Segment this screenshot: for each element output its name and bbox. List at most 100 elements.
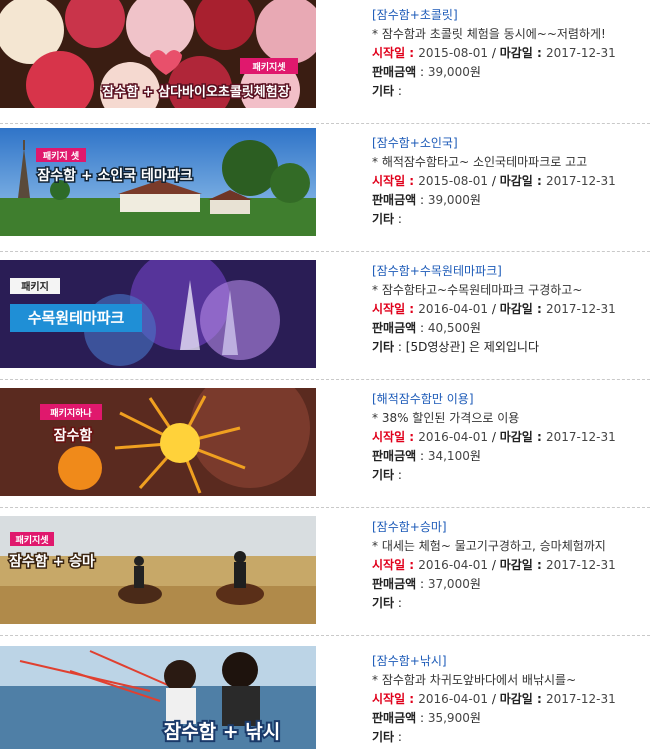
period-row: 시작일 : 2016-04-01 / 마감일 : 2017-12-31 (372, 302, 616, 316)
product-description: * 잠수함과 초콜릿 체험을 동시에~~저렴하게! (372, 27, 606, 41)
start-date: 2016-04-01 (418, 430, 489, 444)
price-unit: 원 (469, 193, 481, 207)
product-thumbnail[interactable]: 패키지하나 잠수함 (0, 388, 316, 496)
etc-row: 기타 : [5D영상관] 은 제외입니다 (372, 340, 539, 354)
product-item: 패키지하나 잠수함 [해적잠수함만 이용] * 38% 할인된 가격으로 이용 … (0, 384, 650, 508)
start-label: 시작일 (372, 174, 406, 188)
period-row: 시작일 : 2016-04-01 / 마감일 : 2017-12-31 (372, 558, 616, 572)
start-date: 2016-04-01 (418, 558, 489, 572)
end-label: 마감일 (499, 46, 533, 60)
price-value: 34,100 (427, 449, 470, 463)
product-description: * 잠수함타고~수목원테마파크 구경하고~ (372, 283, 583, 297)
product-item: 잠수함 + 낚시 [잠수함+낚시] * 잠수함과 차귀도앞바다에서 배낚시를~ … (0, 640, 650, 749)
price-row: 판매금액 : 37,000원 (372, 577, 481, 591)
etc-label: 기타 (372, 212, 395, 226)
product-thumbnail[interactable]: 패키지 수목원테마파크 (0, 260, 316, 368)
price-label: 판매금액 (372, 449, 417, 463)
thumbnail-caption: 잠수함 + 낚시 (164, 721, 281, 743)
end-label: 마감일 (499, 302, 533, 316)
price-unit: 원 (469, 449, 481, 463)
start-date: 2015-08-01 (418, 174, 489, 188)
period-row: 시작일 : 2016-04-01 / 마감일 : 2017-12-31 (372, 692, 616, 706)
price-label: 판매금액 (372, 65, 417, 79)
product-description: * 해적잠수함타고~ 소인국테마파크로 고고 (372, 155, 588, 169)
product-category[interactable]: [잠수함+초콜릿] (372, 6, 650, 25)
item-divider (0, 507, 650, 508)
start-label: 시작일 (372, 430, 406, 444)
etc-label: 기타 (372, 84, 395, 98)
product-thumbnail[interactable]: 잠수함 + 낚시 (0, 646, 316, 749)
start-label: 시작일 (372, 558, 406, 572)
period-row: 시작일 : 2015-08-01 / 마감일 : 2017-12-31 (372, 174, 616, 188)
start-label: 시작일 (372, 302, 406, 316)
price-value: 35,900 (427, 711, 470, 725)
product-item: 패키지 셋 잠수함 + 소인국 테마파크 [잠수함+소인국] * 해적잠수함타고… (0, 128, 650, 252)
product-category[interactable]: [잠수함+승마] (372, 518, 650, 537)
product-category[interactable]: [잠수함+낚시] (372, 652, 650, 671)
product-description: * 잠수함과 차귀도앞바다에서 배낚시를~ (372, 673, 577, 687)
price-label: 판매금액 (372, 321, 417, 335)
product-category[interactable]: [잠수함+소인국] (372, 134, 650, 153)
product-info: [잠수함+승마] * 대세는 체험~ 물고기구경하고, 승마체험까지 시작일 :… (372, 518, 650, 613)
price-unit: 원 (469, 65, 481, 79)
end-date: 2017-12-31 (545, 430, 616, 444)
etc-row: 기타 : (372, 596, 402, 610)
end-label: 마감일 (499, 558, 533, 572)
etc-row: 기타 : (372, 84, 402, 98)
start-date: 2015-08-01 (418, 46, 489, 60)
price-row: 판매금액 : 35,900원 (372, 711, 481, 725)
product-item: 패키지셋 잠수함 + 삼다바이오초콜릿체험장 [잠수함+초콜릿] * 잠수함과 … (0, 0, 650, 124)
period-row: 시작일 : 2016-04-01 / 마감일 : 2017-12-31 (372, 430, 616, 444)
etc-label: 기타 (372, 730, 395, 744)
product-category[interactable]: [잠수함+수목원테마파크] (372, 262, 650, 281)
start-date: 2016-04-01 (418, 302, 489, 316)
end-date: 2017-12-31 (545, 302, 616, 316)
price-row: 판매금액 : 39,000원 (372, 65, 481, 79)
thumbnail-badge: 패키지 (21, 280, 49, 293)
etc-row: 기타 : (372, 212, 402, 226)
product-thumbnail[interactable]: 패키지셋 잠수함 + 삼다바이오초콜릿체험장 (0, 0, 316, 108)
thumbnail-caption: 잠수함 + 소인국 테마파크 (37, 167, 192, 184)
thumbnail-caption: 잠수함 + 승마 (9, 553, 95, 570)
item-divider (0, 251, 650, 252)
thumbnail-badge: 패키지셋 (252, 61, 286, 73)
product-info: [잠수함+초콜릿] * 잠수함과 초콜릿 체험을 동시에~~저렴하게! 시작일 … (372, 6, 650, 101)
etc-label: 기타 (372, 340, 395, 354)
price-row: 판매금액 : 39,000원 (372, 193, 481, 207)
product-thumbnail[interactable]: 패키지셋 잠수함 + 승마 (0, 516, 316, 624)
thumbnail-badge: 패키지셋 (15, 534, 49, 546)
price-value: 40,500 (427, 321, 470, 335)
end-date: 2017-12-31 (545, 692, 616, 706)
end-date: 2017-12-31 (545, 174, 616, 188)
price-label: 판매금액 (372, 577, 417, 591)
product-item: 패키지셋 잠수함 + 승마 [잠수함+승마] * 대세는 체험~ 물고기구경하고… (0, 512, 650, 636)
end-label: 마감일 (499, 692, 533, 706)
start-date: 2016-04-01 (418, 692, 489, 706)
product-thumbnail[interactable]: 패키지 셋 잠수함 + 소인국 테마파크 (0, 128, 316, 236)
etc-value: [5D영상관] 은 제외입니다 (405, 340, 539, 354)
price-unit: 원 (469, 711, 481, 725)
price-row: 판매금액 : 34,100원 (372, 449, 481, 463)
product-info: [잠수함+수목원테마파크] * 잠수함타고~수목원테마파크 구경하고~ 시작일 … (372, 262, 650, 357)
item-divider (0, 379, 650, 380)
end-label: 마감일 (499, 174, 533, 188)
thumbnail-badge: 패키지하나 (50, 407, 92, 419)
period-row: 시작일 : 2015-08-01 / 마감일 : 2017-12-31 (372, 46, 616, 60)
product-description: * 38% 할인된 가격으로 이용 (372, 411, 520, 425)
thumbnail-badge: 패키지 셋 (43, 150, 80, 162)
etc-row: 기타 : (372, 468, 402, 482)
end-date: 2017-12-31 (545, 558, 616, 572)
etc-row: 기타 : (372, 730, 402, 744)
product-category[interactable]: [해적잠수함만 이용] (372, 390, 650, 409)
etc-label: 기타 (372, 596, 395, 610)
price-label: 판매금액 (372, 711, 417, 725)
price-unit: 원 (469, 321, 481, 335)
price-row: 판매금액 : 40,500원 (372, 321, 481, 335)
etc-label: 기타 (372, 468, 395, 482)
thumbnail-caption: 잠수함 (54, 427, 93, 444)
end-label: 마감일 (499, 430, 533, 444)
product-description: * 대세는 체험~ 물고기구경하고, 승마체험까지 (372, 539, 606, 553)
price-unit: 원 (469, 577, 481, 591)
product-info: [잠수함+낚시] * 잠수함과 차귀도앞바다에서 배낚시를~ 시작일 : 201… (372, 652, 650, 747)
thumbnail-caption: 잠수함 + 삼다바이오초콜릿체험장 (102, 84, 289, 100)
